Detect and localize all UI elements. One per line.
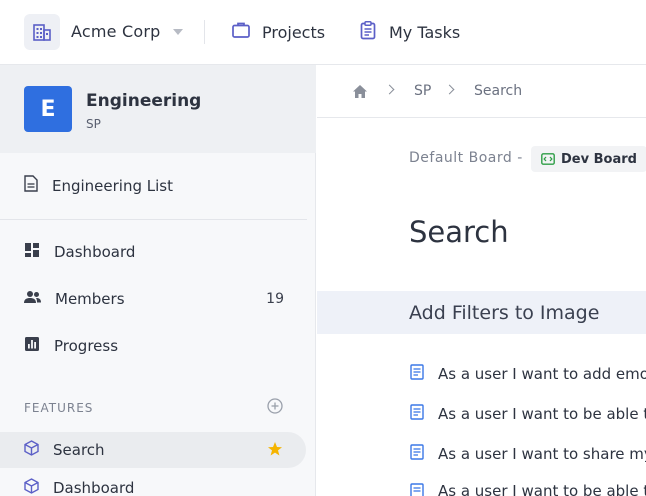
story-item[interactable]: As a user I want to be able to xyxy=(410,401,646,427)
members-count: 19 xyxy=(266,290,284,307)
nav-my-tasks[interactable]: My Tasks xyxy=(358,20,460,44)
sidebar-item-engineering-list[interactable]: Engineering List xyxy=(24,175,284,196)
project-name: Engineering xyxy=(86,91,202,111)
sidebar-item-dashboard[interactable]: Dashboard xyxy=(24,242,284,262)
board-prefix: Default Board - xyxy=(409,150,523,166)
breadcrumb: SP Search xyxy=(317,65,646,118)
document-icon xyxy=(24,175,38,196)
sidebar-item-label: Dashboard xyxy=(54,243,136,261)
story-title: As a user I want to be able to xyxy=(438,405,646,423)
top-bar: Acme Corp Projects My Tasks xyxy=(0,0,646,65)
people-icon xyxy=(24,289,41,308)
divider xyxy=(204,20,205,44)
story-title: As a user I want to share my xyxy=(438,445,646,463)
cube-icon xyxy=(24,478,39,496)
project-key: SP xyxy=(86,117,101,131)
bar-chart-icon xyxy=(24,336,40,356)
breadcrumb-item-sp[interactable]: SP xyxy=(414,83,431,99)
nav-my-tasks-label: My Tasks xyxy=(389,22,461,42)
feature-item-label: Search xyxy=(53,441,105,459)
add-feature-icon[interactable] xyxy=(267,398,283,414)
story-title: As a user I want to add emoji xyxy=(438,365,646,383)
story-item[interactable]: As a user I want to be able to xyxy=(410,479,646,496)
building-icon[interactable] xyxy=(24,14,60,50)
group-title: Add Filters to Image xyxy=(409,302,600,324)
feature-item-search[interactable]: Search xyxy=(0,432,306,468)
org-dropdown-caret-icon[interactable] xyxy=(173,29,183,35)
story-title: As a user I want to be able to xyxy=(438,482,646,496)
sidebar: E Engineering SP Engineering List Dashbo… xyxy=(0,65,316,496)
story-icon xyxy=(410,404,424,424)
feature-item-dashboard[interactable]: Dashboard xyxy=(0,470,306,496)
briefcase-icon xyxy=(231,20,251,44)
star-icon[interactable] xyxy=(267,441,283,461)
breadcrumb-item-search[interactable]: Search xyxy=(474,83,522,99)
story-item[interactable]: As a user I want to add emoji xyxy=(410,361,646,387)
sidebar-item-members[interactable]: Members 19 xyxy=(24,289,284,308)
sidebar-item-label: Engineering List xyxy=(52,176,173,195)
story-icon xyxy=(410,364,424,384)
board-chip[interactable]: Dev Board xyxy=(531,146,646,172)
project-header[interactable]: E Engineering SP xyxy=(0,65,316,153)
group-header[interactable]: Add Filters to Image xyxy=(317,291,646,334)
page-title: Search xyxy=(409,215,509,249)
story-icon xyxy=(410,444,424,464)
chevron-right-icon xyxy=(384,84,395,95)
features-section-label: FEATURES xyxy=(24,401,94,415)
chevron-right-icon xyxy=(444,84,455,95)
cube-icon xyxy=(24,440,39,460)
story-icon xyxy=(410,483,424,496)
sidebar-item-label: Progress xyxy=(54,337,119,355)
sidebar-item-progress[interactable]: Progress xyxy=(24,336,284,356)
org-name[interactable]: Acme Corp xyxy=(71,22,160,41)
divider xyxy=(0,219,307,220)
clipboard-icon xyxy=(358,20,378,44)
project-avatar: E xyxy=(24,86,72,132)
feature-item-label: Dashboard xyxy=(53,479,135,496)
nav-projects[interactable]: Projects xyxy=(231,20,325,44)
sidebar-item-label: Members xyxy=(55,289,125,308)
home-icon[interactable] xyxy=(352,84,368,103)
nav-projects-label: Projects xyxy=(262,22,326,42)
dashboard-icon xyxy=(24,242,40,262)
board-chip-label: Dev Board xyxy=(561,151,637,167)
code-icon xyxy=(541,150,555,169)
story-item[interactable]: As a user I want to share my xyxy=(410,441,646,467)
